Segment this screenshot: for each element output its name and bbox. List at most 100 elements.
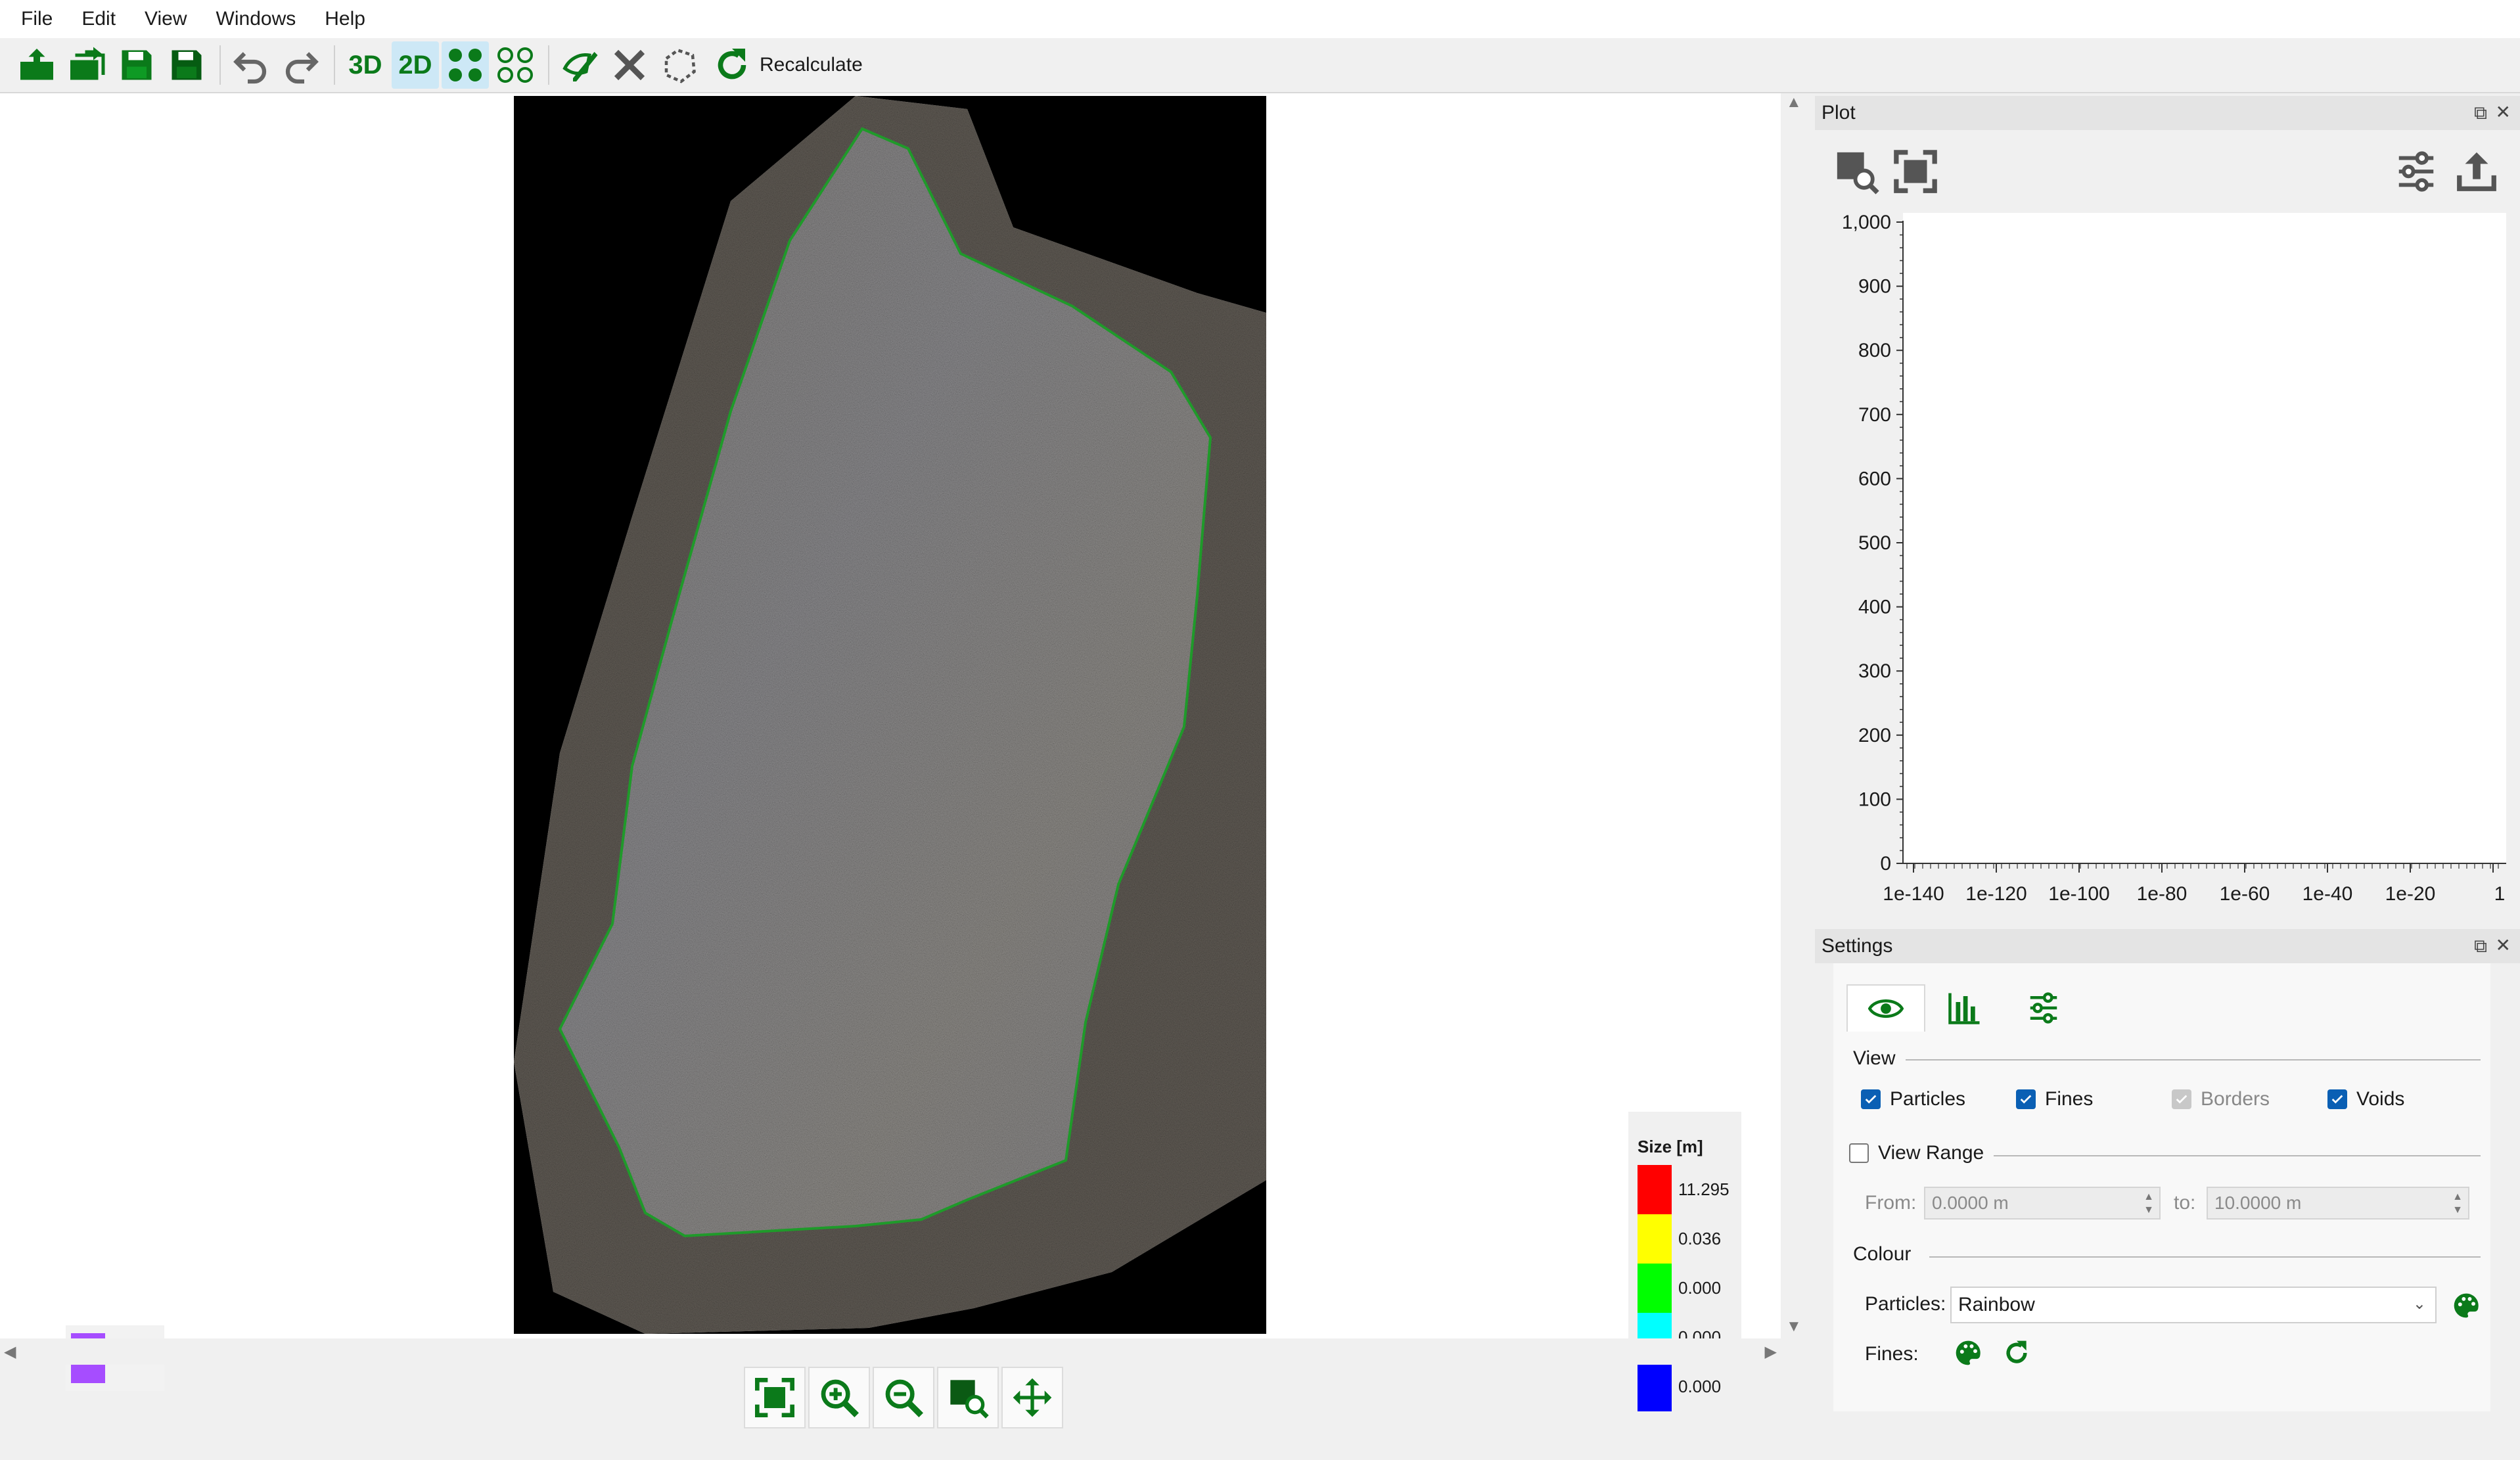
size-legend-title: Size [m]	[1638, 1137, 1703, 1156]
sliders-icon	[2030, 992, 2057, 1024]
reset-icon	[2006, 1340, 2027, 1363]
view-range-checkbox[interactable]: View Range	[1849, 1142, 1984, 1164]
y-tick-label: 500	[1858, 532, 1891, 554]
bar-chart-icon	[1948, 993, 1980, 1024]
edit-region-icon	[562, 52, 598, 81]
fines-checkbox[interactable]: Fines	[2016, 1088, 2093, 1110]
size-legend-swatch	[1638, 1165, 1672, 1214]
pan-button[interactable]	[1001, 1367, 1063, 1428]
y-tick-label: 0	[1880, 853, 1891, 875]
recalculate-label: Recalculate	[760, 54, 863, 76]
recalculate-icon	[718, 49, 746, 80]
redo-button[interactable]	[277, 41, 325, 89]
vertical-scrollbar[interactable]: ▲ ▼	[1781, 93, 1807, 1338]
particles-colour-select[interactable]: Rainbow ⌄	[1950, 1287, 2437, 1323]
open-button[interactable]	[13, 41, 60, 89]
plot-chart[interactable]: 0 100 200 300 400 500 600 700 800 900 1,000 1e-140…	[1815, 130, 2520, 925]
tab-view[interactable]	[1846, 984, 1925, 1032]
orthophoto-image[interactable]	[514, 96, 1266, 1334]
particles-checkbox[interactable]: Particles	[1861, 1088, 1965, 1110]
toolbar-separator	[548, 45, 549, 85]
mode-3d-button[interactable]: 3D	[342, 41, 389, 89]
voids-checkbox-label: Voids	[2356, 1088, 2405, 1110]
checkmark-icon	[2020, 1095, 2032, 1104]
scroll-left-icon[interactable]: ◀	[4, 1342, 16, 1361]
menu-windows[interactable]: Windows	[202, 0, 311, 38]
save-button[interactable]	[113, 41, 160, 89]
undock-icon[interactable]: ⧉	[2474, 936, 2487, 957]
delete-button[interactable]	[606, 41, 653, 89]
scroll-down-icon[interactable]: ▼	[1786, 1317, 1802, 1336]
particles-outline-button[interactable]	[492, 41, 539, 89]
fines-reset-button[interactable]	[1998, 1334, 2036, 1372]
zoom-region-icon	[950, 1380, 989, 1419]
menu-edit[interactable]: Edit	[67, 0, 130, 38]
import-button[interactable]	[63, 41, 110, 89]
settings-panel-title: Settings	[1821, 935, 1893, 957]
mode-3d-label: 3D	[348, 50, 382, 80]
voids-checkbox[interactable]: Voids	[2327, 1088, 2404, 1110]
y-tick-label: 200	[1858, 725, 1891, 746]
mode-2d-button[interactable]: 2D	[392, 41, 439, 89]
tab-histogram[interactable]	[1925, 984, 2004, 1032]
menu-help[interactable]: Help	[310, 0, 380, 38]
from-label: From:	[1865, 1192, 1917, 1214]
to-label: to:	[2174, 1192, 2196, 1214]
particles-dots-button[interactable]	[442, 41, 489, 89]
close-icon[interactable]: ✕	[2496, 101, 2511, 123]
view-group-label: View	[1853, 1047, 1896, 1069]
horizontal-scrollbar[interactable]: ◀ ▶	[0, 1338, 1781, 1365]
fines-colour-label: Fines:	[1865, 1343, 1919, 1365]
borders-checkbox-label: Borders	[2201, 1088, 2270, 1110]
view-range-checkbox-label: View Range	[1878, 1142, 1984, 1164]
checkbox-box	[1861, 1089, 1881, 1109]
checkmark-icon	[2176, 1095, 2188, 1104]
fines-palette-button[interactable]	[1949, 1334, 1987, 1372]
fines-checkbox-label: Fines	[2045, 1088, 2094, 1110]
y-axis-ticks: 0 100 200 300 400 500 600 700 800 900 1,000	[1842, 212, 1903, 875]
undo-icon	[233, 52, 267, 84]
undock-icon[interactable]: ⧉	[2474, 103, 2487, 124]
tab-parameters[interactable]	[2004, 984, 2083, 1032]
spin-arrows-icon: ▲ ▼	[2452, 1191, 2463, 1216]
save-as-button[interactable]	[163, 41, 210, 89]
zoom-in-button[interactable]	[808, 1367, 870, 1428]
chevron-down-icon: ⌄	[2412, 1295, 2426, 1313]
x-tick-label: 1e-60	[2220, 883, 2270, 905]
save-icon	[122, 50, 152, 80]
x-tick-label: 1e-100	[2048, 883, 2109, 905]
to-spinbox: 10.0000 m ▲ ▼	[2207, 1187, 2469, 1220]
y-tick-label: 600	[1858, 468, 1891, 490]
plot-area	[1903, 213, 2506, 863]
menu-view[interactable]: View	[130, 0, 201, 38]
to-value: 10.0000 m	[2214, 1193, 2302, 1213]
lasso-button[interactable]	[656, 41, 703, 89]
size-legend-swatch	[1638, 1214, 1672, 1264]
particles-dots-icon	[449, 49, 482, 81]
edit-region-button[interactable]	[556, 41, 603, 89]
borders-checkbox: Borders	[2172, 1088, 2270, 1110]
menu-file[interactable]: File	[7, 0, 67, 38]
scroll-up-icon[interactable]: ▲	[1786, 93, 1802, 112]
image-viewport[interactable]: Fines Size [m] 11.2950.0360.0000.0000.00…	[0, 93, 1781, 1425]
plot-panel-header: Plot ⧉ ✕	[1815, 96, 2520, 130]
zoom-out-button[interactable]	[873, 1367, 934, 1428]
undo-button[interactable]	[227, 41, 275, 89]
rock-pile-image	[514, 96, 1266, 1334]
recalculate-button[interactable]: Recalculate	[712, 45, 863, 85]
scroll-right-icon[interactable]: ▶	[1765, 1342, 1777, 1361]
particles-palette-button[interactable]	[2447, 1287, 2485, 1325]
x-axis-ticks: 1e-140 1e-120 1e-100 1e-80 1e-60 1e-40 1e-20 1	[1883, 863, 2505, 905]
settings-tabs	[1846, 984, 2083, 1032]
particles-colour-value: Rainbow	[1958, 1294, 2035, 1315]
close-icon[interactable]: ✕	[2496, 934, 2511, 956]
size-legend-entry: 11.295	[1638, 1165, 1735, 1214]
eye-icon	[1868, 999, 1904, 1018]
fit-view-button[interactable]	[744, 1367, 806, 1428]
y-tick-label: 1,000	[1842, 212, 1891, 233]
import-icon	[70, 47, 105, 80]
zoom-in-icon	[821, 1379, 859, 1417]
size-legend: Size [m] 11.295 0.036 0.000 0.000 0.000	[1628, 1112, 1741, 1425]
checkbox-box	[2327, 1089, 2347, 1109]
zoom-region-button[interactable]	[937, 1367, 999, 1428]
